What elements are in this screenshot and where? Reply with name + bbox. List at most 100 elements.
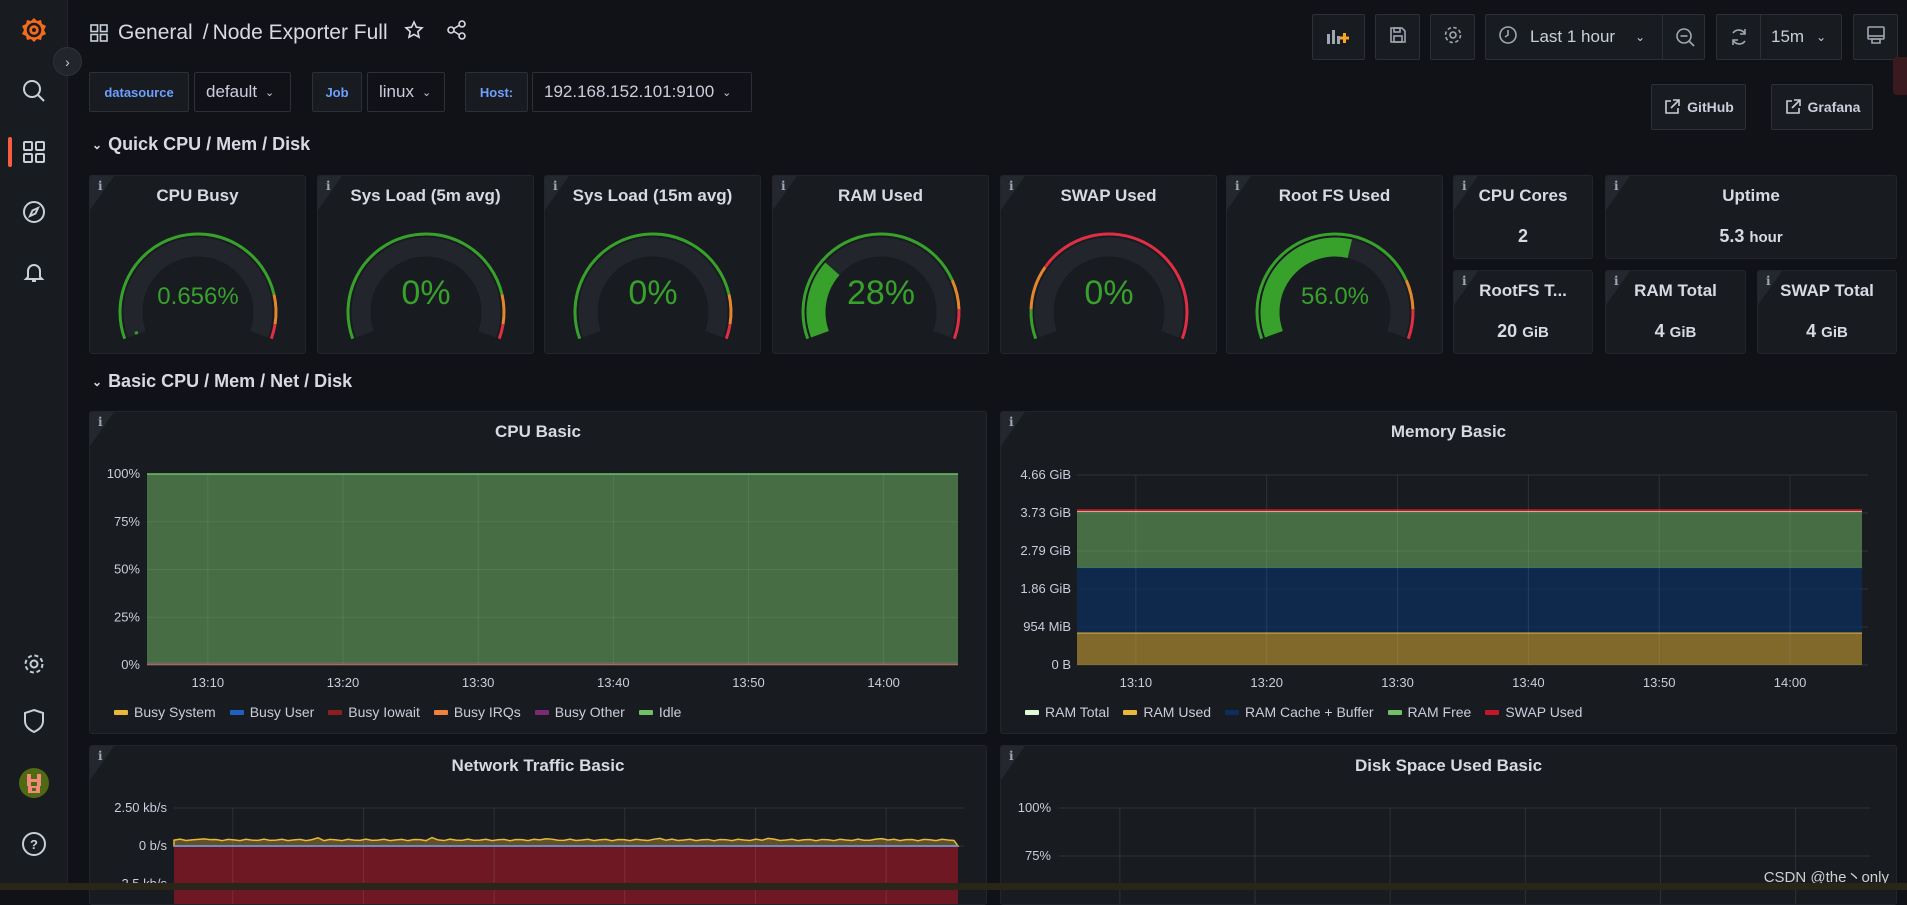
- tv-mode-button[interactable]: [1853, 14, 1898, 60]
- gauge-value: 0%: [628, 274, 677, 312]
- dashboards-icon[interactable]: [14, 132, 54, 172]
- zoom-out-button[interactable]: [1662, 15, 1706, 59]
- legend-swatch: [1485, 709, 1500, 715]
- cpu-basic-chart[interactable]: 0% 25% 50% 75% 100% 13:10 13:20 13:30 13:40 13:50…: [90, 412, 987, 702]
- stat-panel-uptime: i Uptime 5.3 hour: [1605, 175, 1897, 259]
- sidebar: ?: [0, 0, 68, 890]
- chart-legend: RAM Total RAM Used RAM Cache + Buffer RAM F…: [1025, 704, 1582, 720]
- disk-space-chart[interactable]: 75% 100%: [1001, 746, 1897, 905]
- svg-text:?: ?: [30, 837, 38, 852]
- grafana-logo-icon[interactable]: [14, 10, 54, 50]
- link-label: Grafana: [1807, 99, 1861, 115]
- y-tick-label: 2.50 kb/s: [114, 800, 167, 815]
- memory-basic-chart[interactable]: 0 B 954 MiB 1.86 GiB 2.79 GiB 3.73 GiB 4.66 G…: [1001, 412, 1897, 702]
- y-tick-label: 100%: [107, 466, 141, 481]
- stat-value: 2: [1517, 226, 1528, 246]
- clock-icon: [1498, 25, 1518, 50]
- x-tick-label: 13:50: [732, 675, 765, 690]
- legend-label: RAM Free: [1407, 704, 1472, 720]
- alerting-bell-icon[interactable]: [14, 252, 54, 292]
- x-tick-label: 13:10: [192, 675, 225, 690]
- threshold-orange: [727, 294, 733, 325]
- legend-swatch: [1025, 709, 1039, 715]
- bottom-strip: [0, 883, 1907, 890]
- legend-item[interactable]: RAM Used: [1123, 704, 1211, 720]
- dashboard-settings-button[interactable]: [1430, 14, 1475, 60]
- dashboard-title[interactable]: Node Exporter Full: [213, 21, 388, 45]
- threshold-orange: [500, 294, 506, 325]
- network-traffic-chart[interactable]: 2.50 kb/s0 b/s-2.5 kb/s: [90, 746, 987, 905]
- panel-title[interactable]: RAM Total: [1606, 281, 1745, 301]
- network-traffic-basic-panel: i Network Traffic Basic 2.50 kb/s0 b/s-2…: [89, 745, 987, 905]
- legend-swatch: [534, 709, 549, 715]
- legend-item[interactable]: Busy User: [229, 704, 314, 720]
- legend-item[interactable]: Busy System: [114, 704, 216, 720]
- legend-item[interactable]: RAM Total: [1025, 704, 1109, 720]
- panel-title[interactable]: CPU Cores: [1454, 186, 1592, 206]
- variable-select-host[interactable]: 192.168.152.101:9100 ⌄: [532, 72, 752, 112]
- configuration-gear-icon[interactable]: [14, 644, 54, 684]
- gauge-value: 0.656%: [157, 283, 238, 310]
- legend-item[interactable]: Idle: [638, 704, 682, 720]
- legend-item[interactable]: Busy Iowait: [328, 704, 420, 720]
- help-icon[interactable]: ?: [14, 824, 54, 864]
- time-picker[interactable]: Last 1 hour ⌄: [1485, 14, 1705, 60]
- panel-title[interactable]: Uptime: [1606, 186, 1896, 206]
- grafana-link[interactable]: Grafana: [1771, 84, 1873, 130]
- chevron-down-icon: ⌄: [265, 86, 275, 99]
- panel-title[interactable]: SWAP Total: [1758, 281, 1896, 301]
- legend-item[interactable]: RAM Cache + Buffer: [1225, 704, 1374, 720]
- variable-value: default: [206, 82, 258, 101]
- share-icon[interactable]: [446, 20, 468, 45]
- gauge: 56.0%: [1255, 232, 1415, 340]
- y-tick-label: 954 MiB: [1023, 619, 1071, 634]
- x-tick-label: 13:20: [1250, 675, 1283, 690]
- y-tick-label: 2.79 GiB: [1020, 543, 1071, 558]
- breadcrumb-separator: /: [202, 20, 209, 44]
- panel-title[interactable]: RootFS T...: [1454, 281, 1592, 301]
- gauge: 0%: [346, 232, 506, 340]
- server-admin-shield-icon[interactable]: [14, 701, 54, 741]
- refresh-button[interactable]: [1717, 15, 1761, 59]
- legend-swatch: [328, 709, 343, 715]
- threshold-red: [724, 323, 732, 340]
- save-dashboard-button[interactable]: [1375, 14, 1420, 60]
- legend-label: RAM Used: [1143, 704, 1212, 720]
- github-link[interactable]: GitHub: [1651, 84, 1746, 130]
- chart-legend: Busy System Busy User Busy Iowait Busy IRQs…: [114, 704, 681, 720]
- explore-compass-icon[interactable]: [14, 192, 54, 232]
- series-area-ram-free: [1077, 511, 1862, 568]
- legend-label: Idle: [658, 704, 682, 720]
- gauge: 0%: [1029, 232, 1189, 340]
- row-quick-cpu-mem-disk[interactable]: ⌄ Quick CPU / Mem / Disk: [92, 134, 310, 155]
- gauge-panel: i Sys Load (15m avg) 0%: [544, 175, 761, 354]
- refresh-picker[interactable]: 15m ⌄: [1716, 14, 1842, 60]
- variable-label-datasource: datasource: [89, 72, 189, 112]
- legend-item[interactable]: Busy Other: [534, 704, 625, 720]
- search-button-partial[interactable]: [1893, 57, 1907, 95]
- y-tick-label: 0 B: [1051, 657, 1071, 672]
- star-icon[interactable]: [403, 20, 424, 45]
- x-tick-label: 14:00: [867, 675, 900, 690]
- legend-item[interactable]: RAM Free: [1387, 704, 1472, 720]
- y-tick-label: 50%: [114, 562, 140, 577]
- legend-item[interactable]: SWAP Used: [1485, 704, 1582, 720]
- breadcrumb-folder[interactable]: General: [118, 21, 193, 45]
- expand-sidebar-button[interactable]: ›: [53, 47, 82, 76]
- search-icon[interactable]: [14, 71, 54, 111]
- refresh-icon: [1731, 29, 1746, 45]
- legend-item[interactable]: Busy IRQs: [433, 704, 521, 720]
- add-panel-button[interactable]: [1312, 14, 1365, 60]
- chevron-down-icon: ⌄: [421, 86, 432, 99]
- variable-select-job[interactable]: linux ⌄: [367, 72, 445, 112]
- variable-select-datasource[interactable]: default ⌄: [194, 72, 291, 112]
- y-tick-label: 3.73 GiB: [1020, 505, 1071, 520]
- user-avatar[interactable]: [14, 763, 54, 803]
- y-tick-label: 4.66 GiB: [1020, 467, 1071, 482]
- series-area-idle: [147, 474, 958, 664]
- gauge-value-bar: [134, 330, 139, 335]
- x-tick-label: 13:40: [1512, 675, 1545, 690]
- row-basic-cpu-mem-net-disk[interactable]: ⌄ Basic CPU / Mem / Net / Disk: [92, 371, 352, 392]
- stat-panel-cpu-cores: i CPU Cores 2: [1453, 175, 1593, 259]
- y-tick-label: 1.86 GiB: [1020, 581, 1071, 596]
